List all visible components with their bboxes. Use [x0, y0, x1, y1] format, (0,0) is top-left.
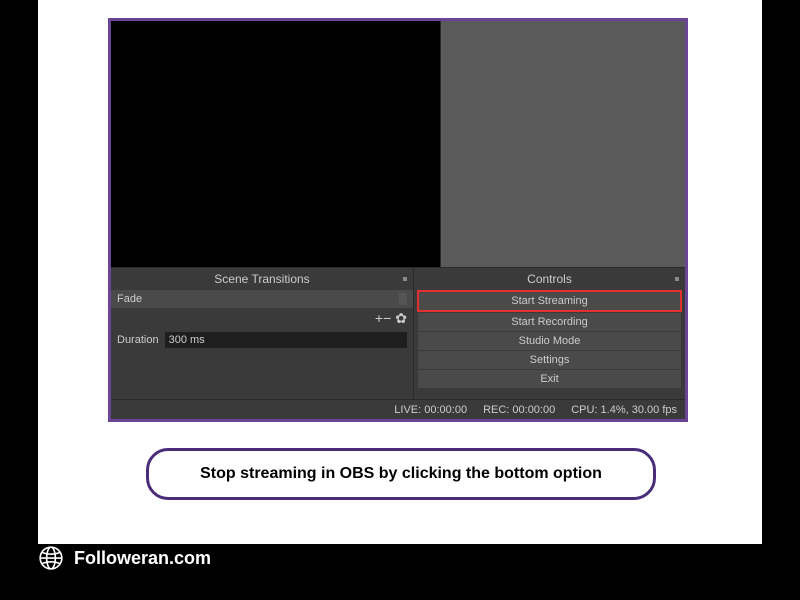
caption-text: Stop streaming in OBS by clicking the bo… [200, 465, 602, 482]
transition-tools: +−✿ [111, 308, 413, 329]
duration-row: Duration 300 ms [111, 329, 413, 351]
scene-transitions-panel: Scene Transitions Fade +−✿ Duration 300 … [111, 268, 414, 399]
controls-panel: Controls Start Streaming Start Recording… [414, 268, 685, 399]
obs-window: Scene Transitions Fade +−✿ Duration 300 … [108, 18, 688, 422]
bottom-panels: Scene Transitions Fade +−✿ Duration 300 … [111, 267, 685, 399]
status-cpu: CPU: 1.4%, 30.00 fps [571, 404, 677, 416]
preview-padding [441, 21, 685, 267]
status-bar: LIVE: 00:00:00 REC: 00:00:00 CPU: 1.4%, … [111, 399, 685, 419]
status-live: LIVE: 00:00:00 [394, 404, 467, 416]
panel-menu-icon[interactable] [403, 277, 407, 281]
transition-name: Fade [117, 293, 399, 305]
controls-title: Controls [527, 272, 572, 286]
scene-transitions-title: Scene Transitions [214, 272, 309, 286]
footer-brand: Followeran.com [74, 548, 211, 569]
transition-select[interactable]: Fade [111, 290, 413, 308]
status-rec: REC: 00:00:00 [483, 404, 555, 416]
start-recording-button[interactable]: Start Recording [418, 313, 681, 331]
gear-icon[interactable]: ✿ [395, 310, 407, 327]
duration-label: Duration [117, 334, 159, 346]
preview-canvas[interactable] [111, 21, 441, 267]
settings-button[interactable]: Settings [418, 351, 681, 369]
preview-area [111, 21, 685, 267]
start-streaming-button[interactable]: Start Streaming [417, 290, 682, 312]
add-icon[interactable]: + [375, 310, 383, 326]
globe-icon [38, 545, 64, 571]
exit-button[interactable]: Exit [418, 370, 681, 388]
controls-header: Controls [414, 268, 685, 290]
duration-input[interactable]: 300 ms [165, 332, 407, 348]
scene-transitions-header: Scene Transitions [111, 268, 413, 290]
dropdown-handle-icon [399, 293, 407, 305]
footer: Followeran.com [38, 545, 211, 571]
studio-mode-button[interactable]: Studio Mode [418, 332, 681, 350]
canvas-background: Scene Transitions Fade +−✿ Duration 300 … [38, 0, 762, 544]
panel-menu-icon[interactable] [675, 277, 679, 281]
remove-icon[interactable]: − [383, 310, 391, 326]
caption-bubble: Stop streaming in OBS by clicking the bo… [146, 448, 656, 500]
